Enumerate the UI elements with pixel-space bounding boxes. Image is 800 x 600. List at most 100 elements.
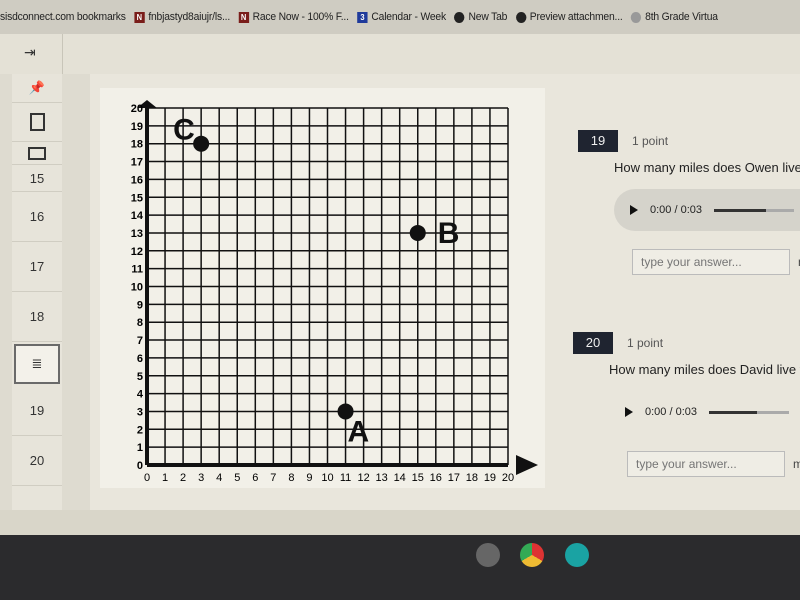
question-text: How many miles does Owen live fr: [614, 160, 800, 175]
point-label: C: [173, 114, 195, 147]
bookmark-1[interactable]: Nfnbjastyd8aiujr/ls...: [134, 11, 230, 23]
sidebar-item-16[interactable]: 16: [12, 192, 62, 242]
y-tick-label: 4: [137, 389, 144, 401]
y-tick-label: 15: [131, 192, 143, 204]
y-tick-label: 13: [131, 228, 143, 240]
bookmarks-row: sisdconnect.com bookmarks Nfnbjastyd8aiu…: [0, 0, 718, 34]
x-tick-label: 4: [216, 472, 222, 484]
x-tick-label: 5: [234, 472, 240, 484]
question-number: 20: [573, 332, 613, 354]
audio-player: 0:00 / 0:03: [609, 391, 800, 433]
x-tick-label: 13: [376, 472, 388, 484]
y-tick-label: 3: [137, 406, 143, 418]
points-label: 1 point: [627, 336, 664, 350]
x-tick-label: 8: [288, 472, 294, 484]
coordinate-grid: 0 1 2 3 4 5 6 7 8 9 10 11 12 13 14 15 16 17 18 19 2001234567…: [131, 100, 538, 484]
slides-icon[interactable]: [12, 142, 62, 165]
n-logo-icon: N: [238, 11, 249, 23]
audio-time: 0:00 / 0:03: [650, 204, 702, 216]
y-tick-label: 10: [131, 282, 143, 294]
y-tick-label: 5: [137, 371, 143, 383]
bookmark-3[interactable]: 3 Calendar - Week: [357, 11, 446, 23]
divider: [62, 34, 63, 74]
x-tick-label: 20: [502, 472, 514, 484]
toolbar: ⇥: [0, 34, 800, 75]
y-tick-label: 2: [137, 424, 143, 436]
sidebar-item-17[interactable]: 17: [12, 242, 62, 292]
calendar-icon: 3: [357, 11, 368, 23]
point-label: B: [438, 217, 460, 250]
expand-sidebar-icon[interactable]: ⇥: [24, 44, 36, 61]
y-tick-label: 7: [137, 335, 143, 347]
y-tick-label: 11: [131, 264, 143, 276]
x-tick-label: 6: [252, 472, 258, 484]
x-tick-label: 19: [484, 472, 496, 484]
y-tick-label: 12: [131, 246, 143, 258]
n-logo-icon: N: [134, 11, 145, 23]
unit-label: mil: [793, 457, 800, 471]
answer-input[interactable]: [632, 249, 790, 275]
sidebar-item-20[interactable]: 20: [12, 436, 62, 486]
bookmarks-bar: sisdconnect.com bookmarks Nfnbjastyd8aiu…: [0, 0, 800, 34]
x-tick-label: 1: [162, 472, 168, 484]
coordinate-grid-image: 0 1 2 3 4 5 6 7 8 9 10 11 12 13 14 15 16 17 18 19 20 0 1 2 3 4 5 6 7…: [100, 88, 545, 488]
x-tick-label: 16: [430, 472, 442, 484]
globe-icon: [515, 11, 527, 23]
y-tick-label: 1: [137, 442, 143, 454]
audio-progress-bar[interactable]: [714, 208, 794, 212]
y-tick-label: 20: [131, 103, 143, 115]
play-icon[interactable]: [625, 407, 633, 417]
x-tick-label: 2: [180, 472, 186, 484]
data-point: [193, 135, 210, 152]
x-axis-arrow: [516, 455, 538, 475]
x-tick-label: 0: [144, 472, 150, 484]
video-icon[interactable]: [565, 543, 589, 567]
camera-icon[interactable]: [476, 543, 500, 567]
x-tick-label: 14: [394, 472, 406, 484]
x-tick-label: 15: [412, 472, 424, 484]
bookmark-4[interactable]: New Tab: [454, 11, 507, 23]
y-tick-label: 9: [137, 299, 143, 311]
y-tick-label: 14: [131, 210, 144, 222]
sidebar-item-15[interactable]: 15: [12, 165, 62, 192]
question-nav: 📌 15 16 17 18 ≣ 19 20: [12, 74, 62, 510]
question-text: How many miles does David live fro: [609, 362, 800, 377]
text-block-icon[interactable]: ≣: [14, 344, 60, 384]
y-tick-label: 8: [137, 317, 143, 329]
document-icon[interactable]: [12, 103, 62, 142]
audio-progress-bar[interactable]: [709, 410, 789, 414]
bookmark-0[interactable]: sisdconnect.com bookmarks: [0, 11, 126, 23]
y-tick-label: 18: [131, 139, 143, 151]
y-tick-label: 17: [131, 157, 143, 169]
y-tick-label: 0: [137, 460, 143, 472]
pin-icon[interactable]: 📌: [12, 74, 62, 103]
sidebar-item-18[interactable]: 18: [12, 292, 62, 342]
bookmark-6[interactable]: 8th Grade Virtua: [631, 11, 718, 23]
globe-icon: [454, 11, 465, 23]
bookmark-5[interactable]: Preview attachmen...: [515, 11, 623, 23]
sidebar: 📌 15 16 17 18 ≣ 19 20: [0, 74, 90, 510]
answer-row: mil: [627, 451, 800, 477]
question-19: 19 1 point How many miles does Owen live …: [578, 130, 800, 275]
point-label: A: [348, 415, 370, 448]
answer-input[interactable]: [627, 451, 785, 477]
answer-row: m: [632, 249, 800, 275]
x-tick-label: 9: [306, 472, 312, 484]
points-label: 1 point: [632, 134, 669, 148]
x-tick-label: 11: [340, 472, 351, 484]
x-tick-label: 12: [357, 472, 369, 484]
sidebar-item-19[interactable]: 19: [12, 386, 62, 436]
bookmark-2[interactable]: N Race Now - 100% F...: [238, 11, 349, 23]
y-tick-label: 16: [131, 174, 143, 186]
play-icon[interactable]: [630, 205, 638, 215]
question-20: 20 1 point How many miles does David live…: [573, 332, 800, 477]
y-tick-label: 6: [137, 353, 143, 365]
x-tick-label: 3: [198, 472, 204, 484]
chrome-icon[interactable]: [520, 543, 544, 567]
data-point: [409, 224, 426, 241]
x-tick-label: 17: [448, 472, 460, 484]
y-tick-label: 19: [131, 121, 143, 133]
x-tick-label: 10: [321, 472, 333, 484]
x-tick-label: 7: [270, 472, 276, 484]
audio-player: 0:00 / 0:03: [614, 189, 800, 231]
